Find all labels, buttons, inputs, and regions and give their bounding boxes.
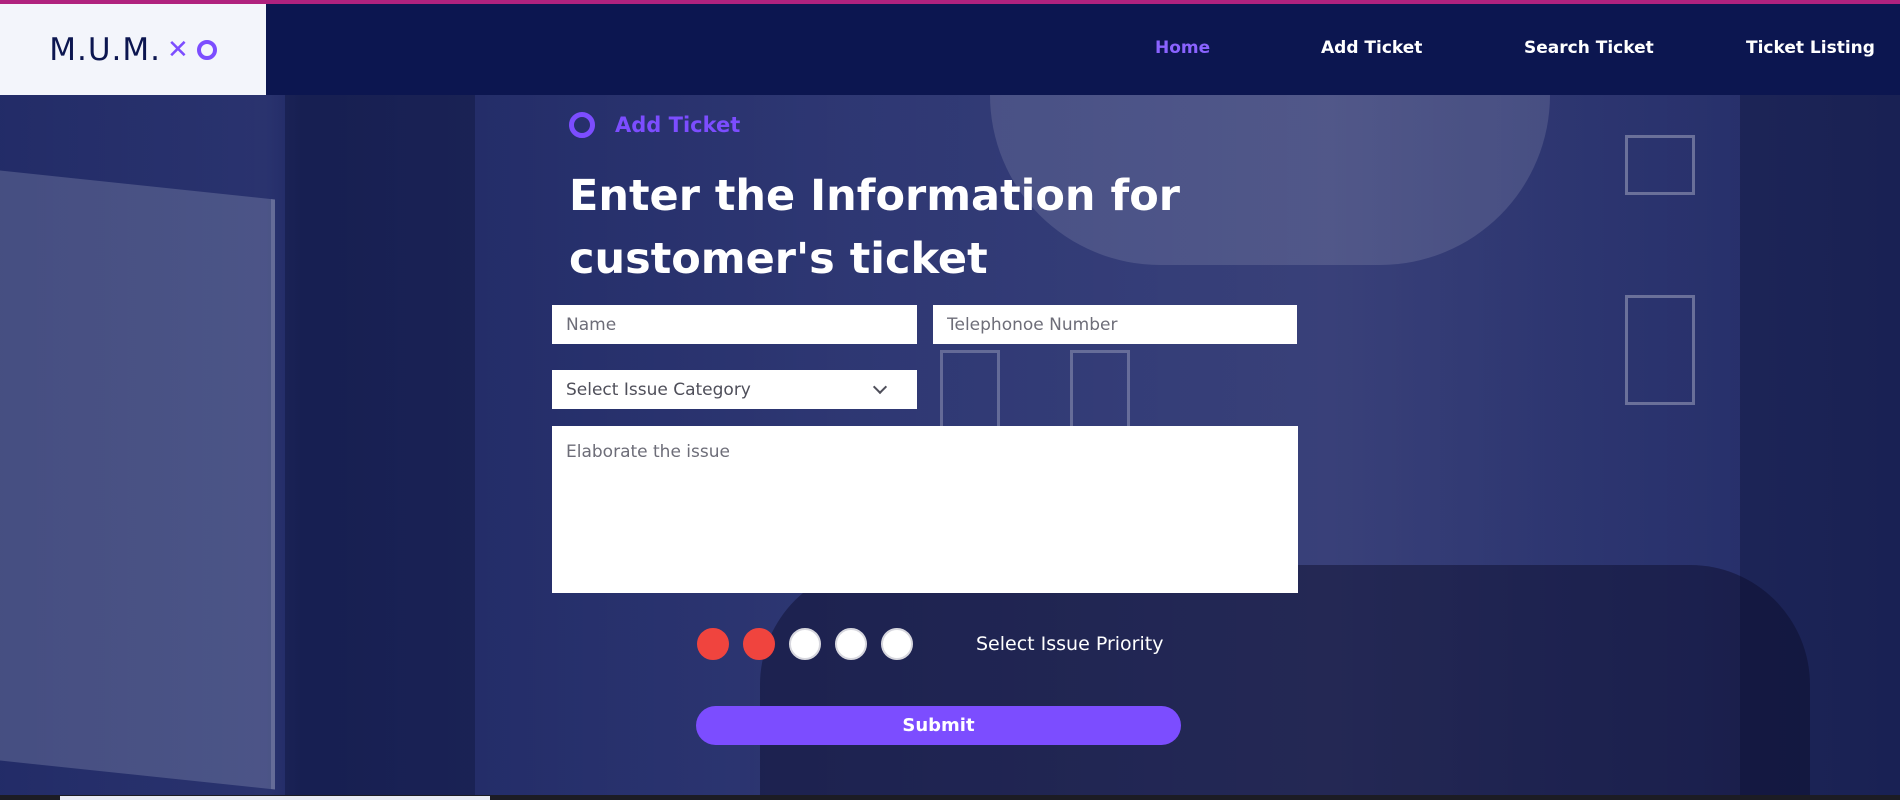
- priority-dot-4[interactable]: [835, 628, 867, 660]
- issue-category-value: Select Issue Category: [566, 379, 751, 400]
- section-tag: Add Ticket: [569, 112, 740, 138]
- name-input[interactable]: [552, 305, 917, 344]
- site-header: M.U.M. ✕ Home Add Ticket Search Ticket T…: [0, 4, 1900, 95]
- priority-dot-1[interactable]: [697, 628, 729, 660]
- meeting-people-shape: [760, 565, 1810, 800]
- window-shape: [1625, 135, 1695, 195]
- priority-rating: [697, 628, 927, 660]
- nav-home[interactable]: Home: [1155, 38, 1210, 58]
- submit-button[interactable]: Submit: [696, 706, 1181, 745]
- logo-ring-icon: [196, 39, 217, 60]
- nav-ticket-listing[interactable]: Ticket Listing: [1746, 38, 1875, 58]
- priority-label: Select Issue Priority: [976, 633, 1164, 655]
- whiteboard-shape: [0, 170, 275, 790]
- logo-text: M.U.M.: [49, 31, 161, 68]
- logo-x-icon: ✕: [166, 34, 189, 65]
- priority-dot-3[interactable]: [789, 628, 821, 660]
- priority-dot-5[interactable]: [881, 628, 913, 660]
- logo[interactable]: M.U.M. ✕: [0, 4, 266, 95]
- wall-shape: [285, 95, 475, 800]
- telephone-input[interactable]: [933, 305, 1297, 344]
- section-label: Add Ticket: [615, 113, 741, 137]
- issue-category-select[interactable]: Select Issue Category: [552, 370, 917, 409]
- issue-description-textarea[interactable]: [552, 426, 1298, 593]
- ring-icon: [569, 112, 595, 138]
- window-shape: [1625, 295, 1695, 405]
- bottom-scroll-segment: [60, 796, 490, 800]
- nav-search-ticket[interactable]: Search Ticket: [1524, 38, 1654, 58]
- nav-add-ticket[interactable]: Add Ticket: [1321, 38, 1422, 58]
- chevron-down-icon: [872, 379, 888, 395]
- priority-dot-2[interactable]: [743, 628, 775, 660]
- page-title: Enter the Information for customer's tic…: [569, 171, 1180, 284]
